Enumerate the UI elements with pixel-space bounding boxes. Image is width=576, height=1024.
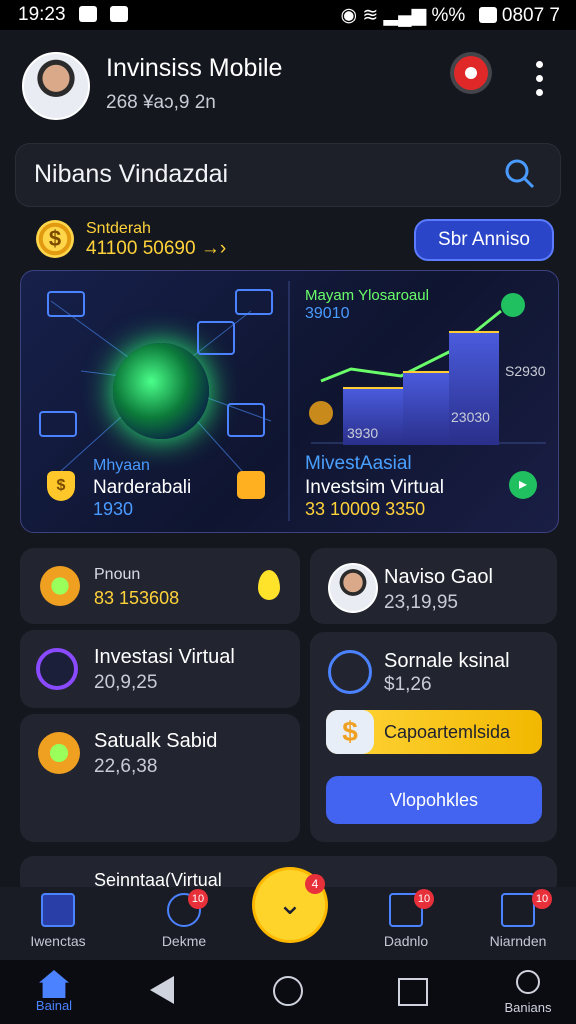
coin-icon: $ bbox=[36, 220, 74, 258]
recents-icon[interactable] bbox=[398, 978, 428, 1006]
nav-item-dekme[interactable]: 10 Dekme bbox=[136, 889, 232, 955]
battery-icon bbox=[478, 7, 497, 23]
header-subtitle: 268 ¥aɔ,9 2n bbox=[106, 92, 216, 113]
notification-bell-icon[interactable] bbox=[454, 56, 488, 90]
tile-satualk-sabid[interactable]: Satualk Sabid 22,6,38 bbox=[20, 714, 300, 842]
nav-label: Dekme bbox=[161, 933, 207, 949]
chart-title: Mayam Ylosaroaul bbox=[305, 287, 429, 304]
yellow-button-label: Capoartemlsida bbox=[384, 722, 511, 742]
hero-right-title: Investsim Virtual bbox=[305, 477, 445, 498]
status-right: ◉ ≋ ▂▄▆ %% 0807 7 bbox=[340, 4, 560, 27]
arrow-icon[interactable]: ▸ bbox=[509, 471, 537, 499]
check-icon bbox=[501, 293, 525, 317]
coins-icon bbox=[40, 566, 80, 606]
chart-bar bbox=[449, 331, 499, 445]
nav-home[interactable]: Bainal bbox=[24, 970, 84, 1013]
tile-naviso-gaol[interactable]: Naviso Gaol 23,19,95 bbox=[310, 548, 557, 624]
gold-badge-icon bbox=[309, 401, 333, 425]
search-icon[interactable] bbox=[504, 158, 536, 190]
coins-icon bbox=[38, 732, 80, 774]
hero-left-label: Mhyaan bbox=[93, 457, 150, 474]
investment-hero-card[interactable]: $ Mhyaan Narderabali 1930 Mayam Ylosaroa… bbox=[20, 270, 559, 533]
blue-action-button[interactable]: Vlopohkles bbox=[326, 776, 542, 824]
home-label: Bainal bbox=[35, 998, 73, 1013]
chart-bar bbox=[403, 371, 449, 445]
globe-icon bbox=[113, 343, 209, 439]
tile-sornale-ksinal[interactable]: Sornale ksinal $1,26 $ Capoartemlsida Vl… bbox=[310, 632, 557, 842]
speedometer-icon bbox=[328, 650, 372, 694]
status-time: 19:23 bbox=[18, 4, 129, 26]
chart-icon bbox=[41, 893, 75, 927]
tile-value: 23,19,95 bbox=[384, 592, 458, 613]
battery-percent: %% bbox=[431, 5, 466, 26]
status-bar: 19:23 ◉ ≋ ▂▄▆ %% 0807 7 bbox=[0, 0, 576, 30]
tile-value: 83 153608 bbox=[94, 588, 180, 608]
location-pin-icon bbox=[258, 570, 280, 600]
badge: 4 bbox=[305, 874, 325, 894]
chart-label: 23030 bbox=[451, 409, 490, 425]
document-list-icon bbox=[501, 893, 535, 927]
wifi-icon: ◉ ≋ bbox=[340, 5, 379, 26]
hero-left-title: Narderabali bbox=[93, 477, 192, 498]
back-icon[interactable] bbox=[150, 976, 174, 1004]
tablet-icon bbox=[197, 321, 235, 355]
hero-left-value: 1930 bbox=[93, 499, 134, 519]
avatar bbox=[328, 563, 378, 613]
chart-label: 3930 bbox=[347, 425, 379, 441]
notification-icon bbox=[78, 6, 97, 22]
tile-investasi-virtual[interactable]: Investasi Virtual 20,9,25 bbox=[20, 630, 300, 708]
shield-dollar-icon: $ bbox=[47, 471, 75, 501]
more-menu-icon[interactable] bbox=[530, 58, 548, 102]
chart-value: 39010 bbox=[305, 305, 350, 322]
tile-value: $1,26 bbox=[384, 674, 432, 695]
badge: 10 bbox=[532, 889, 552, 909]
search-bar[interactable]: Nibans Vindazdai bbox=[16, 144, 560, 206]
nav-item-iwenctas[interactable]: Iwenctas bbox=[10, 893, 106, 955]
dollar-icon: $ bbox=[326, 710, 374, 754]
balance-action-button[interactable]: Sbr Anniso bbox=[414, 219, 554, 261]
nav-label: Dadnlo bbox=[383, 933, 429, 949]
avatar[interactable] bbox=[22, 52, 90, 120]
tile-title: Sornale ksinal bbox=[384, 650, 510, 672]
nav-item-dadnlo[interactable]: 10 Dadnlo bbox=[358, 889, 454, 955]
gauge-icon bbox=[36, 648, 78, 690]
tile-title: Naviso Gaol bbox=[384, 566, 493, 588]
phone-icon bbox=[227, 403, 265, 437]
document-icon bbox=[47, 291, 85, 317]
yellow-action-button[interactable]: $ Capoartemlsida bbox=[326, 710, 542, 754]
badge: 10 bbox=[188, 889, 208, 909]
nav-label: Niarnden bbox=[489, 933, 547, 949]
app-notification-icon bbox=[110, 6, 129, 22]
chevron-down-icon: ⌄ bbox=[277, 888, 303, 921]
hero-right-value: 33 10009 3350 bbox=[305, 499, 426, 519]
tile-title: Investasi Virtual bbox=[94, 646, 235, 668]
chart-label: S2930 bbox=[505, 363, 546, 379]
balance-label: Sntderah bbox=[86, 220, 151, 237]
search-input[interactable]: Nibans Vindazdai bbox=[34, 160, 228, 189]
nav-search[interactable]: Banians bbox=[496, 970, 560, 1015]
status-clock: 0807 7 bbox=[501, 5, 560, 26]
tile-pnoun[interactable]: Pnoun 83 153608 bbox=[20, 548, 300, 624]
wallet-icon bbox=[237, 471, 265, 499]
signal-icon: ▂▄▆ bbox=[383, 5, 427, 26]
badge: 10 bbox=[414, 889, 434, 909]
nav-item-niarnden[interactable]: 10 Niarnden bbox=[470, 889, 566, 955]
tile-value: 22,6,38 bbox=[94, 756, 158, 777]
center-action-button[interactable]: ⌄ 4 bbox=[255, 870, 325, 940]
chart-card-icon bbox=[235, 289, 273, 315]
money-icon bbox=[39, 411, 77, 437]
nav-label: Iwenctas bbox=[30, 933, 86, 949]
app-title: Invinsiss Mobile bbox=[106, 54, 283, 82]
tile-title: Satualk Sabid bbox=[94, 730, 218, 752]
hero-right-label: MivestAasial bbox=[305, 453, 412, 474]
tile-value: 20,9,25 bbox=[94, 672, 158, 693]
balance-amount: 41100 50690 →› bbox=[86, 238, 227, 259]
system-nav-bar: Bainal Banians bbox=[0, 960, 576, 1024]
tile-title: Pnoun bbox=[94, 566, 141, 583]
home-icon bbox=[39, 970, 69, 998]
home-circle-icon[interactable] bbox=[273, 976, 303, 1006]
search-icon bbox=[516, 970, 540, 994]
search-label: Banians bbox=[504, 1000, 552, 1015]
